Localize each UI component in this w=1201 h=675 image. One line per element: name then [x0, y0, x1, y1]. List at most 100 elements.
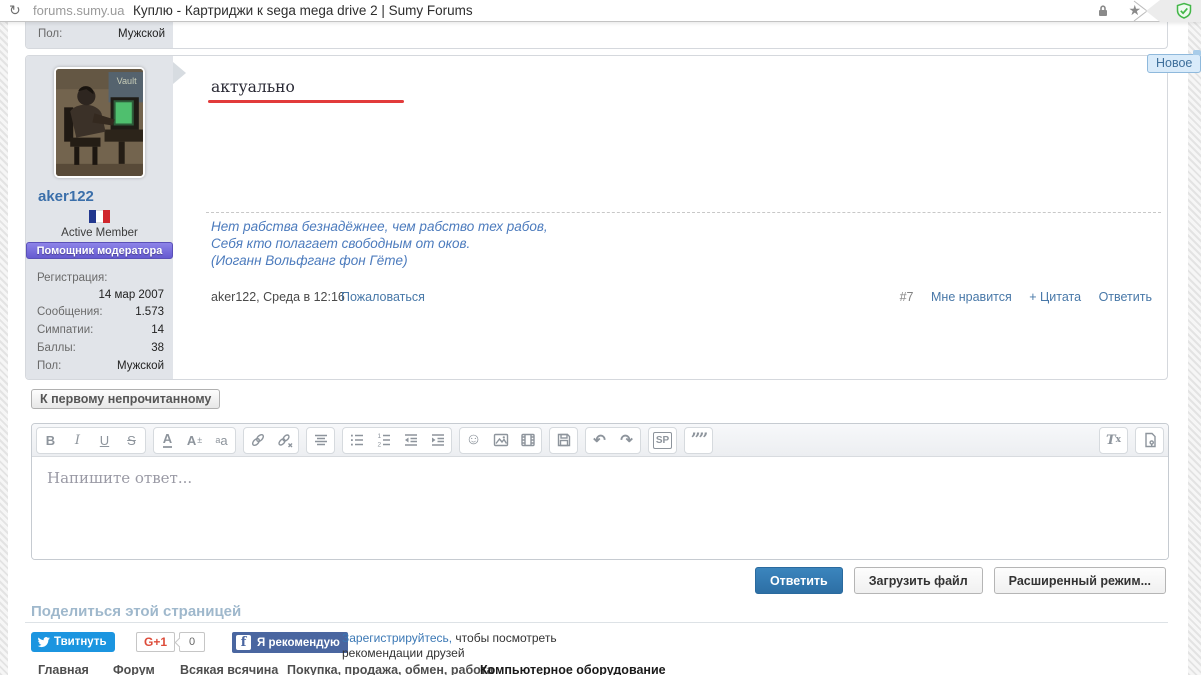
reload-icon[interactable]: ↻: [9, 0, 25, 21]
facebook-label: Я рекомендую: [257, 637, 340, 649]
bullet-list-button[interactable]: [343, 428, 370, 453]
redo-button[interactable]: ↷: [613, 428, 640, 453]
facebook-f-icon: f: [236, 635, 251, 650]
previous-post-user-panel: Пол: Мужской: [26, 22, 173, 49]
quote-button[interactable]: ””: [685, 428, 712, 453]
upload-file-button[interactable]: Загрузить файл: [854, 567, 983, 594]
stat-value: 38: [151, 342, 164, 354]
screen: ↻ forums.sumy.ua Куплю - Картриджи к seg…: [0, 0, 1201, 675]
reply-input[interactable]: Напишите ответ...: [32, 457, 1168, 559]
remove-link-button[interactable]: [271, 428, 298, 453]
tweet-label: Твитнуть: [54, 636, 107, 648]
bbcode-editor-button[interactable]: [1136, 428, 1163, 453]
indent-button[interactable]: [424, 428, 451, 453]
breadcrumb-trade[interactable]: Покупка, продажа, обмен, работа: [287, 663, 494, 675]
alignment-button[interactable]: [307, 428, 334, 453]
tx-sub: x: [1116, 435, 1121, 445]
reply-link[interactable]: Ответить: [1099, 290, 1152, 304]
user-title: Active Member: [26, 227, 173, 239]
gplus-button[interactable]: G+1: [136, 632, 175, 652]
stat-value: 1.573: [135, 306, 164, 318]
address-bar-url[interactable]: forums.sumy.ua: [33, 0, 125, 21]
breadcrumb-forum[interactable]: Форум: [113, 663, 155, 675]
undo-button[interactable]: ↶: [586, 428, 613, 453]
reply-editor: B I U S A A± aa: [31, 423, 1169, 560]
breadcrumb-home[interactable]: Главная: [38, 663, 89, 675]
insert-image-button[interactable]: [487, 428, 514, 453]
outdent-button[interactable]: [397, 428, 424, 453]
signature-line: Нет рабства безнадёжнее, чем рабство тех…: [211, 218, 548, 235]
username-link[interactable]: aker122: [38, 188, 94, 205]
signature-separator: [206, 212, 1161, 213]
underline-button[interactable]: U: [91, 428, 118, 453]
editor-toolbar: B I U S A A± aa: [32, 424, 1168, 457]
stat-label: Сообщения:: [37, 306, 103, 318]
page-title: Куплю - Картриджи к sega mega drive 2 | …: [133, 0, 473, 21]
quote-link[interactable]: + Цитата: [1029, 290, 1081, 304]
numbered-list-icon: 12: [375, 431, 393, 449]
previous-post-fragment: Пол: Мужской: [25, 22, 1168, 49]
source-page-icon: [1141, 431, 1159, 449]
jump-to-unread-button[interactable]: К первому непрочитанному: [31, 389, 220, 409]
tweet-button[interactable]: Твитнуть: [31, 632, 115, 652]
bullet-list-icon: [348, 431, 366, 449]
user-panel: Vault: [26, 56, 173, 379]
indent-icon: [429, 431, 447, 449]
stat-label: Регистрация:: [37, 272, 107, 284]
like-link[interactable]: Мне нравится: [931, 290, 1012, 304]
security-shield-icon[interactable]: [1175, 2, 1193, 25]
save-draft-button[interactable]: [550, 428, 577, 453]
browser-chrome: ↻ forums.sumy.ua Куплю - Картриджи к seg…: [0, 0, 1201, 22]
svg-text:2: 2: [377, 442, 381, 449]
stat-label: Пол:: [37, 360, 61, 372]
stat-value: 14: [151, 324, 164, 336]
stat-value: Мужской: [117, 360, 164, 372]
new-posts-badge[interactable]: Новое: [1147, 54, 1201, 73]
insert-media-button[interactable]: [514, 428, 541, 453]
numbered-list-button[interactable]: 12: [370, 428, 397, 453]
register-link[interactable]: Зарегистрируйтесь,: [342, 631, 452, 645]
breadcrumb: Главная Форум Всякая всячина Покупка, пр…: [0, 663, 1180, 675]
remove-formatting-button[interactable]: Tx: [1100, 428, 1127, 453]
stat-label: Баллы:: [37, 342, 76, 354]
avatar-poster-text: Vault: [117, 76, 137, 86]
strikethrough-button[interactable]: S: [118, 428, 145, 453]
advanced-mode-button[interactable]: Расширенный режим...: [994, 567, 1166, 594]
spoiler-button[interactable]: SP: [649, 428, 676, 453]
forum-post: Vault: [25, 55, 1168, 380]
smilies-button[interactable]: ☺: [460, 428, 487, 453]
reply-actions: Ответить Загрузить файл Расширенный режи…: [31, 567, 1166, 594]
floppy-disk-icon: [555, 431, 573, 449]
font-size-pm: ±: [197, 435, 202, 445]
facebook-recommend-button[interactable]: f Я рекомендую: [232, 632, 348, 653]
film-icon: [519, 431, 537, 449]
text-color-button[interactable]: A: [154, 428, 181, 453]
sp-icon: SP: [653, 432, 672, 449]
font-size-button[interactable]: A±: [181, 428, 208, 453]
signature-line: (Иоганн Вольфганг фон Гёте): [211, 252, 548, 269]
font-family-button[interactable]: aa: [208, 428, 235, 453]
moderator-banner: Помощник модератора: [26, 242, 173, 259]
submit-reply-button[interactable]: Ответить: [755, 567, 843, 594]
svg-text:1: 1: [377, 433, 381, 440]
post-meta: aker122, Среда в 12:16: [211, 290, 345, 304]
align-icon: [312, 431, 330, 449]
report-link[interactable]: Пожаловаться: [341, 290, 425, 304]
italic-button[interactable]: I: [64, 428, 91, 453]
insert-link-button[interactable]: [244, 428, 271, 453]
post-number[interactable]: #7: [900, 290, 914, 304]
font-size-icon: A: [187, 433, 196, 448]
breadcrumb-misc[interactable]: Всякая всячина: [180, 663, 278, 675]
gender-value: Мужской: [118, 22, 165, 46]
france-flag-icon: [26, 210, 173, 228]
avatar[interactable]: Vault: [54, 67, 145, 178]
gplus-counter: 0: [179, 632, 205, 652]
reply-placeholder: Напишите ответ...: [47, 469, 192, 487]
outdent-icon: [402, 431, 420, 449]
breadcrumb-current[interactable]: Компьютерное оборудование: [480, 663, 666, 675]
bold-button[interactable]: B: [37, 428, 64, 453]
tx-icon: T: [1106, 433, 1116, 448]
link-icon: [249, 431, 267, 449]
twitter-bird-icon: [37, 637, 50, 648]
unlink-icon: [276, 431, 294, 449]
